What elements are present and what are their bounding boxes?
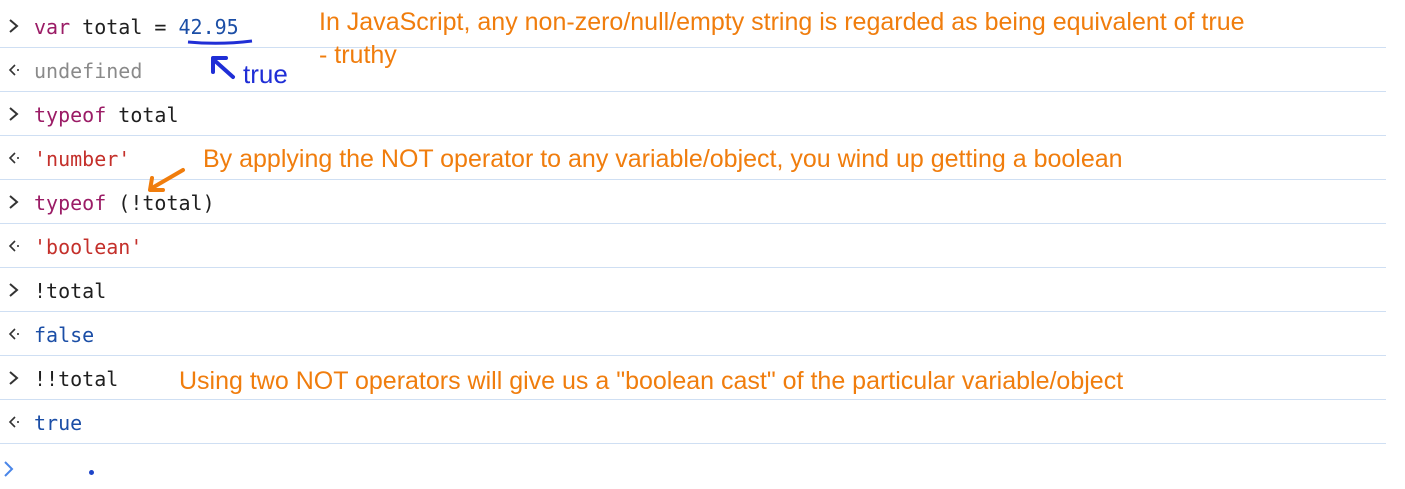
chevron-right-icon: [4, 461, 14, 477]
return-arrow-icon: [8, 152, 19, 164]
console-input-row[interactable]: typeof (!total): [0, 180, 1386, 224]
console-output-value: undefined: [34, 59, 143, 83]
annotation-truthy-cont: - truthy: [319, 41, 397, 69]
console-output-value: true: [34, 411, 83, 435]
chevron-right-icon: [9, 19, 19, 33]
console-prompt-input[interactable]: [0, 454, 1405, 489]
chevron-right-icon: [9, 283, 19, 297]
number-value: 42.95: [178, 15, 239, 39]
chevron-right-icon: [9, 107, 19, 121]
annotation-double-not: Using two NOT operators will give us a "…: [179, 367, 1124, 395]
annotation-truthy: In JavaScript, any non-zero/null/empty s…: [319, 8, 1245, 36]
annotation-not-operator: By applying the NOT operator to any vari…: [203, 145, 1123, 173]
console-input-code: var total = 42.95: [34, 15, 239, 39]
console-output-row: undefined: [0, 48, 1386, 92]
chevron-right-icon: [9, 371, 19, 385]
console-input-code: typeof (!total): [34, 191, 215, 215]
text-cursor: [89, 470, 94, 475]
console-output-value: 'boolean': [34, 235, 143, 259]
console-input-row[interactable]: typeof total: [0, 92, 1386, 136]
chevron-right-icon: [9, 195, 19, 209]
console-input-code: typeof total: [34, 103, 179, 127]
return-arrow-icon: [8, 416, 19, 428]
console-input-row[interactable]: !total: [0, 268, 1386, 312]
console-output-row: 'boolean': [0, 224, 1386, 268]
console-output-row: false: [0, 312, 1386, 356]
console-input-code: !!total: [34, 367, 119, 391]
return-arrow-icon: [8, 328, 19, 340]
return-arrow-icon: [8, 240, 19, 252]
console-output-value: false: [34, 323, 95, 347]
return-arrow-icon: [8, 64, 19, 76]
annotation-true-label: true: [243, 59, 288, 89]
console-input-code: !total: [34, 279, 107, 303]
console-output-row: true: [0, 400, 1386, 444]
console-output-value: 'number': [34, 147, 131, 171]
